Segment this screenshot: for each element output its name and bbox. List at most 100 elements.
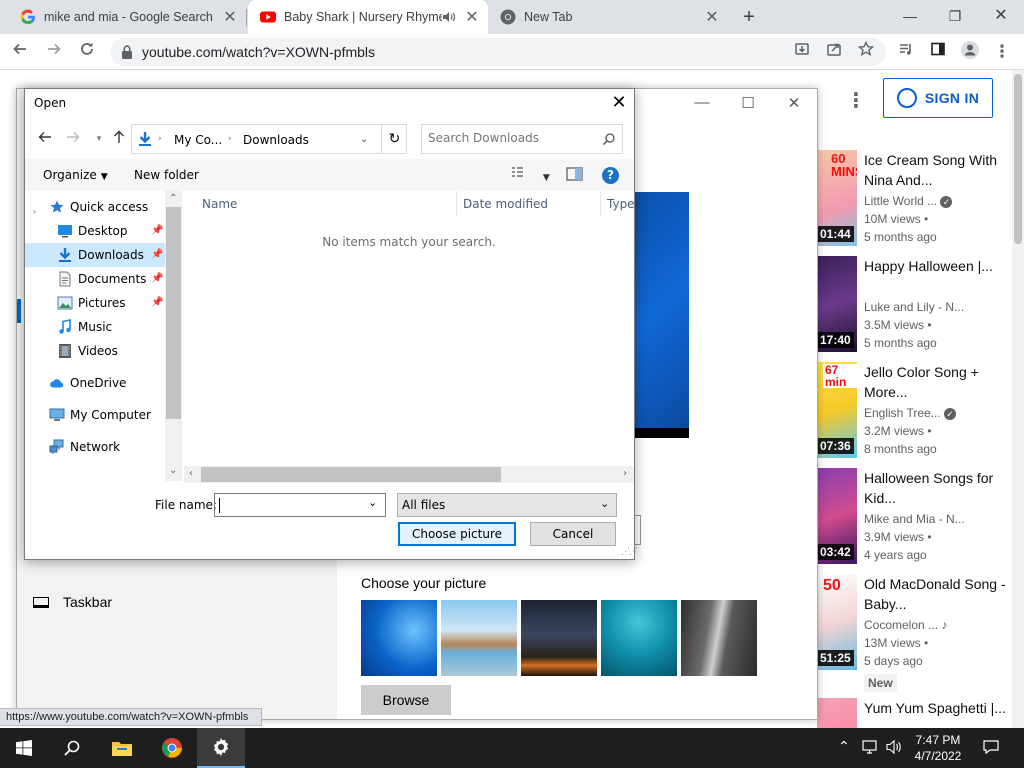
recommended-video[interactable]: 67 min 07:36 Jello Color Song + More... … [817, 362, 1017, 462]
browser-close-button[interactable]: ✕ [986, 4, 1016, 28]
recommended-video[interactable]: Yum Yum Spaghetti |... [817, 698, 1017, 728]
breadcrumb-my-computer[interactable]: My Co... [174, 133, 222, 147]
video-title[interactable]: Ice Cream Song With Nina And... [864, 150, 1012, 190]
video-title[interactable]: Happy Halloween |... [864, 256, 1012, 276]
channel-name[interactable]: English Tree... ✓ [864, 406, 957, 420]
dialog-forward-icon[interactable] [63, 129, 83, 149]
video-title[interactable]: Jello Color Song + More... [864, 362, 1012, 402]
taskbar-chrome[interactable] [148, 728, 196, 768]
new-tab-button[interactable]: + [737, 4, 761, 30]
tab-close-icon[interactable]: ✕ [702, 7, 722, 27]
nav-music[interactable]: Music [25, 315, 165, 339]
scroll-down-arrow-icon[interactable]: ⌄ [169, 465, 177, 476]
tab-close-icon[interactable]: ✕ [220, 7, 240, 27]
install-app-icon[interactable] [790, 40, 814, 64]
file-type-dropdown-chevron-icon[interactable]: ⌄ [600, 497, 609, 510]
pin-icon[interactable]: 📌 [151, 297, 163, 308]
video-thumbnail[interactable] [817, 698, 857, 728]
back-arrow-icon[interactable] [8, 40, 32, 64]
more-options-icon[interactable]: ⋮ [846, 88, 866, 113]
nav-onedrive[interactable]: OneDrive [25, 371, 165, 395]
nav-pictures[interactable]: Pictures 📌 [25, 291, 165, 315]
refresh-icon[interactable]: ↻ [381, 125, 407, 153]
recent-locations-chevron-icon[interactable]: ▾ [89, 129, 109, 149]
search-icon[interactable] [602, 132, 616, 146]
breadcrumb-downloads[interactable]: Downloads [243, 133, 309, 147]
settings-nav-taskbar[interactable]: Taskbar [33, 594, 112, 610]
video-title[interactable]: Yum Yum Spaghetti |... [864, 698, 1012, 718]
notifications-icon[interactable] [982, 739, 1000, 758]
browser-restore-button[interactable]: ❐ [940, 4, 970, 28]
recommended-video[interactable]: 60 MINS 01:44 Ice Cream Song With Nina A… [817, 150, 1017, 250]
volume-icon[interactable] [886, 739, 904, 758]
video-title[interactable]: Halloween Songs for Kid... [864, 468, 1012, 508]
nav-downloads[interactable]: Downloads 📌 [25, 243, 165, 267]
file-name-input[interactable] [219, 497, 363, 511]
column-header-date-modified[interactable]: Date modified [457, 191, 601, 217]
scroll-left-arrow-icon[interactable]: ‹ [189, 468, 193, 479]
scroll-up-arrow-icon[interactable]: ⌃ [169, 193, 177, 204]
scroll-right-arrow-icon[interactable]: › [623, 468, 627, 479]
resize-grip-icon[interactable]: ⋰⋰ [621, 547, 638, 557]
address-breadcrumb-bar[interactable]: › My Co... › Downloads ⌄ ↻ [131, 124, 407, 154]
file-type-filter-select[interactable]: All files ⌄ [397, 493, 617, 517]
forward-arrow-icon[interactable] [42, 40, 66, 64]
channel-name[interactable]: Luke and Lily - N... [864, 300, 964, 314]
pin-icon[interactable]: 📌 [151, 249, 163, 260]
file-list-horizontal-scrollbar[interactable]: ‹ › [184, 466, 634, 483]
picture-option-beach[interactable] [441, 600, 517, 676]
pin-icon[interactable]: 📌 [151, 273, 163, 284]
video-thumbnail[interactable]: 50 51:25 [817, 574, 857, 670]
navigation-scroll-thumb[interactable] [166, 207, 181, 419]
picture-option-night-sky[interactable] [521, 600, 597, 676]
profile-avatar-icon[interactable] [958, 40, 982, 64]
reload-icon[interactable] [75, 40, 99, 64]
address-history-chevron-icon[interactable]: ⌄ [360, 134, 368, 145]
column-header-type[interactable]: Type [601, 191, 634, 217]
browse-button[interactable]: Browse [361, 685, 451, 715]
start-button[interactable] [0, 728, 48, 768]
side-panel-icon[interactable] [926, 40, 950, 64]
preview-pane-icon[interactable] [566, 167, 583, 184]
video-thumbnail[interactable]: 60 MINS 01:44 [817, 150, 857, 246]
taskbar-file-explorer[interactable] [98, 728, 146, 768]
chrome-menu-icon[interactable]: ⋮ [990, 40, 1014, 64]
network-status-icon[interactable] [862, 739, 880, 758]
nav-network[interactable]: Network [25, 435, 165, 459]
nav-quick-access[interactable]: Quick access [25, 195, 165, 219]
picture-option-rock[interactable] [681, 600, 757, 676]
speaker-icon[interactable] [442, 10, 456, 24]
share-icon[interactable] [822, 40, 846, 64]
taskbar-search-button[interactable] [48, 728, 96, 768]
horizontal-scroll-thumb[interactable] [201, 467, 501, 482]
search-downloads-box[interactable] [421, 124, 623, 154]
system-clock[interactable]: 7:47 PM 4/7/2022 [908, 732, 968, 764]
media-queue-icon[interactable] [894, 40, 918, 64]
page-scrollbar-thumb[interactable] [1014, 74, 1022, 244]
tab-youtube[interactable]: Baby Shark | Nursery Rhymes ✕ [248, 0, 488, 34]
channel-name[interactable]: Little World ... ✓ [864, 194, 953, 208]
dialog-close-button[interactable]: ✕ [607, 93, 631, 113]
recommended-video[interactable]: 17:40 Happy Halloween |... Luke and Lily… [817, 256, 1017, 356]
video-thumbnail[interactable]: 03:42 [817, 468, 857, 564]
video-thumbnail[interactable]: 67 min 07:36 [817, 362, 857, 458]
organize-menu-button[interactable]: Organize ▼ [43, 168, 108, 182]
page-scrollbar[interactable] [1012, 70, 1024, 728]
tab-close-icon[interactable]: ✕ [462, 7, 482, 27]
pin-icon[interactable]: 📌 [151, 225, 163, 236]
tab-new-tab[interactable]: New Tab ✕ [488, 0, 728, 34]
settings-close-button[interactable]: ✕ [771, 94, 817, 116]
show-hidden-icons-chevron[interactable]: ⌃ [838, 738, 850, 755]
channel-name[interactable]: Cocomelon ... ♪ [864, 618, 947, 632]
sign-in-button[interactable]: SIGN IN [883, 78, 993, 118]
bookmark-star-icon[interactable] [854, 40, 878, 64]
view-options-icon[interactable]: ▼ [511, 166, 550, 183]
recommended-video[interactable]: 50 51:25 Old MacDonald Song - Baby... Co… [817, 574, 1017, 692]
recommended-video[interactable]: 03:42 Halloween Songs for Kid... Mike an… [817, 468, 1017, 568]
navigation-pane-scrollbar[interactable]: ⌃ ⌄ [165, 191, 182, 481]
file-name-dropdown-chevron-icon[interactable]: ⌄ [368, 496, 377, 509]
nav-videos[interactable]: Videos [25, 339, 165, 363]
video-title[interactable]: Old MacDonald Song - Baby... [864, 574, 1012, 614]
column-header-name[interactable]: Name [184, 191, 457, 217]
search-input[interactable] [428, 131, 598, 145]
